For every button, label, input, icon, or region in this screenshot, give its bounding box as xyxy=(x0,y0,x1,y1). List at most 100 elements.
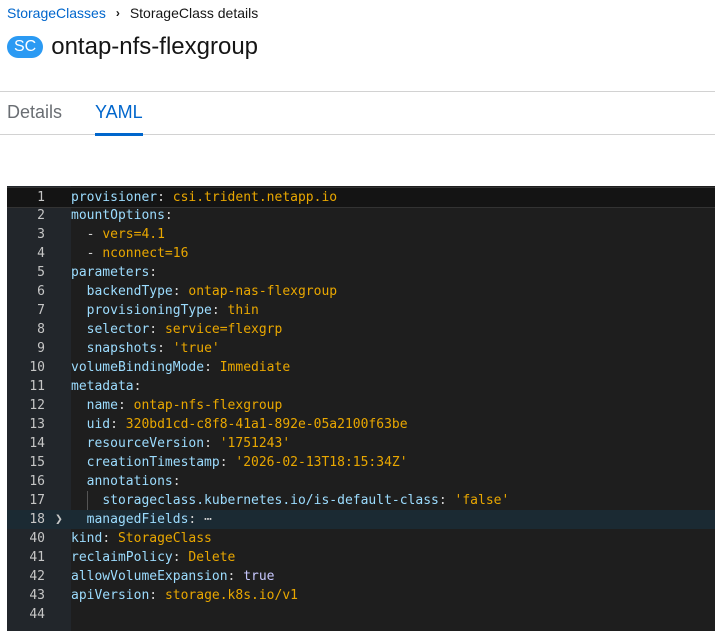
line-number: 2 xyxy=(37,208,45,223)
code-line[interactable]: 41 reclaimPolicy: Delete xyxy=(7,548,715,567)
code-line[interactable]: 5 parameters: xyxy=(7,263,715,282)
code-text: kind: StorageClass xyxy=(71,531,212,546)
line-number: 6 xyxy=(37,284,45,299)
tab-bar: Details YAML xyxy=(0,91,715,136)
code-line[interactable]: 13 uid: 320bd1cd-c8f8-41a1-892e-05a2100f… xyxy=(7,415,715,434)
yaml-value: csi.trident.netapp.io xyxy=(172,190,338,205)
yaml-value: storage.k8s.io/v1 xyxy=(164,588,298,603)
yaml-key: uid xyxy=(86,417,111,432)
line-number: 15 xyxy=(29,455,45,470)
code-text: apiVersion: storage.k8s.io/v1 xyxy=(71,588,298,603)
code-line[interactable]: 7 provisioningType: thin xyxy=(7,301,715,320)
yaml-key: mountOptions xyxy=(71,208,165,223)
code-line[interactable]: 10 volumeBindingMode: Immediate xyxy=(7,358,715,377)
code-line[interactable]: 42 allowVolumeExpansion: true xyxy=(7,567,715,586)
code-text: resourceVersion: '1751243' xyxy=(86,436,291,451)
code-text: provisioningType: thin xyxy=(86,303,259,318)
code-text: volumeBindingMode: Immediate xyxy=(71,360,291,375)
code-line[interactable]: 17 storageclass.kubernetes.io/is-default… xyxy=(7,491,715,510)
code-line[interactable]: 3 - vers=4.1 xyxy=(7,225,715,244)
yaml-value: '2026-02-13T18:15:34Z' xyxy=(235,455,408,470)
yaml-key: provisioningType xyxy=(86,303,212,318)
code-line[interactable]: 18 ❯ managedFields: ⋯ xyxy=(7,510,715,529)
yaml-value: Delete xyxy=(188,550,236,565)
line-number: 40 xyxy=(29,531,45,546)
page-title: ontap-nfs-flexgroup xyxy=(51,33,259,60)
line-number: 43 xyxy=(29,588,45,603)
tab-details[interactable]: Details xyxy=(7,102,62,133)
page-header: SC ontap-nfs-flexgroup xyxy=(7,33,258,61)
yaml-value: 'false' xyxy=(454,493,510,508)
line-number: 9 xyxy=(37,341,45,356)
yaml-key: annotations xyxy=(86,474,173,489)
code-text: selector: service=flexgrp xyxy=(86,322,283,337)
code-line[interactable]: 2 mountOptions: xyxy=(7,206,715,225)
line-number: 7 xyxy=(37,303,45,318)
code-text: - nconnect=16 xyxy=(86,246,189,261)
code-line[interactable]: 6 backendType: ontap-nas-flexgroup xyxy=(7,282,715,301)
yaml-key: apiVersion xyxy=(71,588,150,603)
line-number: 5 xyxy=(37,265,45,280)
code-text: storageclass.kubernetes.io/is-default-cl… xyxy=(102,493,510,508)
code-text: provisioner: csi.trident.netapp.io xyxy=(71,190,338,205)
yaml-key: provisioner xyxy=(71,190,158,205)
code-line[interactable]: 9 snapshots: 'true' xyxy=(7,339,715,358)
code-line[interactable]: 8 selector: service=flexgrp xyxy=(7,320,715,339)
code-text: parameters: xyxy=(71,265,165,280)
chevron-right-icon[interactable]: ❯ xyxy=(55,510,63,529)
line-number: 12 xyxy=(29,398,45,413)
code-text: uid: 320bd1cd-c8f8-41a1-892e-05a2100f63b… xyxy=(86,417,408,432)
yaml-value: StorageClass xyxy=(117,531,212,546)
code-text: backendType: ontap-nas-flexgroup xyxy=(86,284,338,299)
yaml-value: nconnect=16 xyxy=(102,246,189,261)
code-line[interactable]: 11 metadata: xyxy=(7,377,715,396)
yaml-value: ontap-nfs-flexgroup xyxy=(133,398,283,413)
yaml-value: vers=4.1 xyxy=(102,227,165,242)
yaml-value[interactable]: ⋯ xyxy=(204,512,212,527)
code-line[interactable]: 40 kind: StorageClass xyxy=(7,529,715,548)
code-text: - vers=4.1 xyxy=(86,227,165,242)
code-line[interactable]: 14 resourceVersion: '1751243' xyxy=(7,434,715,453)
line-number: 4 xyxy=(37,246,45,261)
yaml-key: volumeBindingMode xyxy=(71,360,205,375)
line-number: 42 xyxy=(29,569,45,584)
tab-yaml[interactable]: YAML xyxy=(95,102,143,136)
yaml-value: '1751243' xyxy=(219,436,291,451)
yaml-key: reclaimPolicy xyxy=(71,550,173,565)
line-number: 3 xyxy=(37,227,45,242)
yaml-key: snapshots xyxy=(86,341,158,356)
line-number: 41 xyxy=(29,550,45,565)
line-number: 1 xyxy=(37,190,45,205)
yaml-key: metadata xyxy=(71,379,134,394)
yaml-key: selector xyxy=(86,322,150,337)
yaml-key: storageclass.kubernetes.io/is-default-cl… xyxy=(102,493,439,508)
line-number: 44 xyxy=(29,607,45,622)
line-number: 18 xyxy=(29,512,45,527)
yaml-value: true xyxy=(243,569,275,584)
yaml-editor[interactable]: 1 provisioner: csi.trident.netapp.io 2 moun… xyxy=(7,186,715,631)
line-number: 8 xyxy=(37,322,45,337)
yaml-value: thin xyxy=(227,303,259,318)
code-text: snapshots: 'true' xyxy=(86,341,220,356)
line-number: 16 xyxy=(29,474,45,489)
code-line[interactable]: 15 creationTimestamp: '2026-02-13T18:15:… xyxy=(7,453,715,472)
line-number: 11 xyxy=(29,379,45,394)
resource-badge: SC xyxy=(7,36,44,58)
yaml-value: 'true' xyxy=(172,341,220,356)
code-line[interactable]: 44 xyxy=(7,605,715,624)
code-line[interactable]: 16 annotations: xyxy=(7,472,715,491)
yaml-key: allowVolumeExpansion xyxy=(71,569,228,584)
yaml-key: managedFields xyxy=(86,512,189,527)
yaml-value: ontap-nas-flexgroup xyxy=(188,284,338,299)
code-line[interactable]: 1 provisioner: csi.trident.netapp.io xyxy=(7,187,715,208)
yaml-key: creationTimestamp xyxy=(86,455,220,470)
yaml-key: kind xyxy=(71,531,103,546)
code-line[interactable]: 4 - nconnect=16 xyxy=(7,244,715,263)
code-text: mountOptions: xyxy=(71,208,181,223)
code-line[interactable]: 12 name: ontap-nfs-flexgroup xyxy=(7,396,715,415)
code-text: annotations: xyxy=(86,474,189,489)
code-text: name: ontap-nfs-flexgroup xyxy=(86,398,283,413)
code-line[interactable]: 43 apiVersion: storage.k8s.io/v1 xyxy=(7,586,715,605)
breadcrumb: StorageClasses › StorageClass details xyxy=(7,5,258,21)
breadcrumb-storageclasses-link[interactable]: StorageClasses xyxy=(7,5,106,21)
